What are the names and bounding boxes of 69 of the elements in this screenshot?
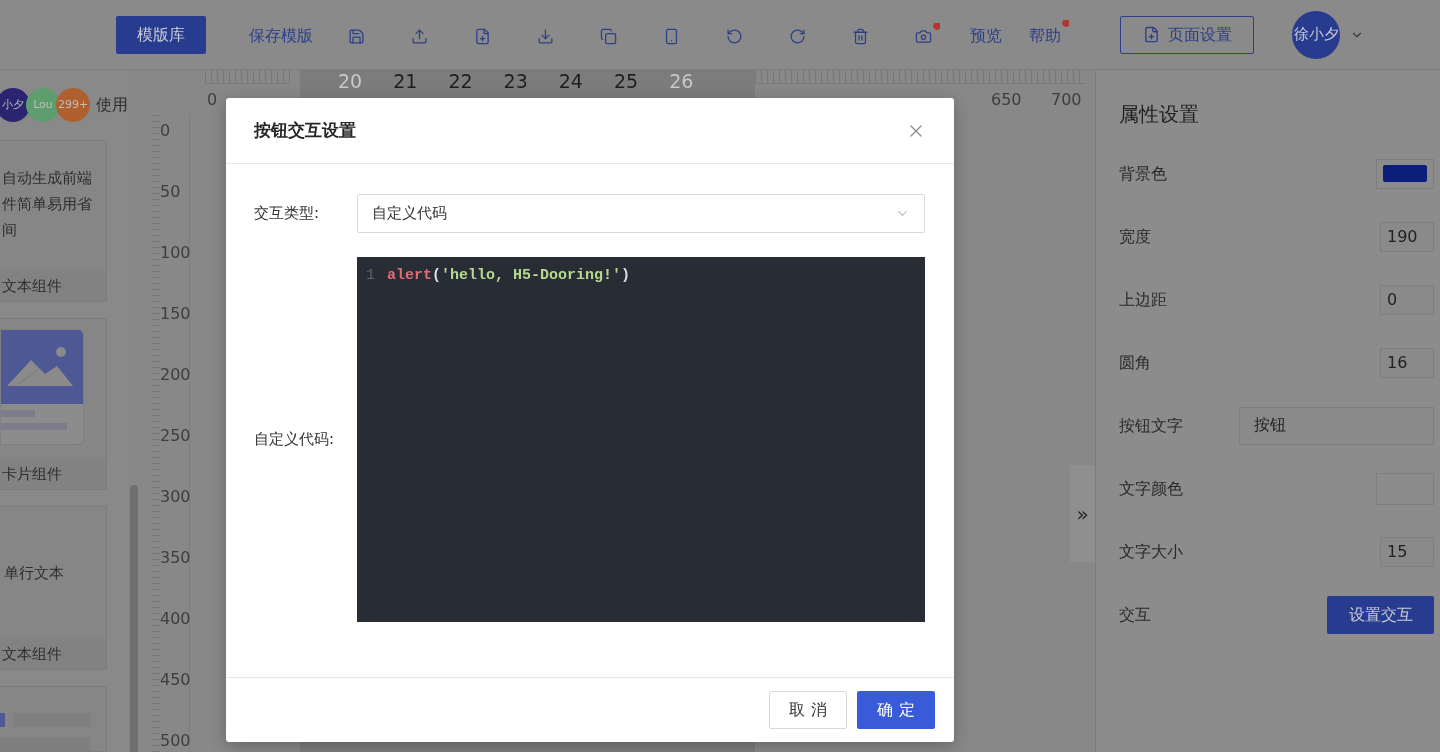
field-label: 自定义代码: [254, 429, 336, 451]
user-avatar: Lou [26, 88, 60, 122]
code-line: alert('hello, H5-Dooring!') [387, 265, 631, 286]
date-number: 25 [613, 70, 639, 92]
property-label: 文字颜色 [1119, 477, 1183, 500]
cancel-button[interactable]: 取 消 [769, 691, 847, 729]
usage-label: 使用 [96, 94, 128, 116]
component-card[interactable]: 卡片组件 [0, 318, 107, 490]
panel-title: 属性设置 [1119, 101, 1200, 128]
property-label: 按钮文字 [1119, 414, 1183, 437]
number-field[interactable]: 15 [1380, 536, 1434, 567]
set-interaction-button[interactable]: 设置交互 [1327, 595, 1434, 634]
component-card[interactable]: 自动生成前端 件简单易用省 间 文本组件 [0, 140, 107, 302]
confirm-button[interactable]: 确 定 [857, 691, 935, 729]
number-field[interactable]: 190 [1380, 221, 1434, 252]
ruler-number: 350 [160, 550, 191, 566]
date-number: 21 [393, 70, 418, 92]
ruler-number: 250 [160, 428, 191, 444]
date-number: 22 [448, 70, 473, 92]
page-settings-button[interactable]: 页面设置 [1120, 15, 1254, 54]
number-field[interactable]: 16 [1380, 347, 1434, 378]
collapse-tab[interactable]: » [1070, 465, 1095, 562]
page-icon [1142, 26, 1160, 43]
line-number: 1 [366, 265, 376, 286]
modal-title: 按钮交互设置 [254, 118, 356, 142]
code-editor[interactable]: 1 alert('hello, H5-Dooring!') [357, 257, 925, 622]
date-number: 20 [338, 70, 363, 92]
component-card[interactable]: 单行文本 文本组件 [0, 506, 107, 670]
card-text: 间 [2, 220, 18, 241]
ruler-number: 450 [160, 672, 191, 688]
ruler-number: 300 [160, 489, 191, 505]
ruler-number: 400 [160, 611, 191, 627]
user-avatar: 299+ [56, 88, 90, 122]
number-field[interactable]: 0 [1380, 284, 1434, 315]
text-field[interactable]: 按钮 [1239, 406, 1434, 445]
card-label: 卡片组件 [1, 463, 62, 485]
date-number: 24 [558, 70, 583, 92]
property-label: 背景色 [1119, 162, 1167, 185]
user-avatar: 小夕 [0, 88, 30, 122]
date-number: 26 [669, 70, 694, 92]
ruler-number: 0 [207, 90, 218, 110]
card-label: 文本组件 [1, 643, 62, 665]
property-label: 圆角 [1119, 351, 1151, 374]
user-avatar[interactable]: 徐小夕 [1292, 10, 1340, 59]
ruler-number: 700 [1051, 90, 1083, 110]
property-label: 交互 [1119, 603, 1151, 626]
toolbar-link[interactable]: 保存模版 [242, 19, 321, 50]
card-text: 件简单易用省 [2, 194, 93, 215]
accent-bar [0, 713, 5, 727]
ruler-number: 100 [160, 245, 191, 261]
date-number: 23 [503, 70, 528, 92]
card-text: 单行文本 [4, 562, 64, 584]
card-label: 文本组件 [1, 275, 62, 297]
property-label: 宽度 [1119, 225, 1151, 248]
ruler-number: 500 [160, 733, 191, 749]
ruler-number: 650 [991, 90, 1023, 110]
property-label: 上边距 [1119, 288, 1167, 311]
scrollbar[interactable] [130, 485, 138, 752]
toolbar-link[interactable]: 预览 [963, 19, 1010, 50]
color-swatch[interactable] [1376, 158, 1434, 189]
card-text: 自动生成前端 [2, 168, 93, 189]
ruler-number: 0 [160, 123, 171, 139]
property-label: 文字大小 [1119, 540, 1183, 563]
ruler-number: 50 [160, 184, 181, 200]
interaction-type-select[interactable]: 自定义代码 [357, 194, 925, 233]
field-label: 交互类型: [254, 203, 321, 225]
template-library-button[interactable]: 模版库 [116, 15, 206, 54]
ruler-number: 200 [160, 367, 191, 383]
ruler-number: 150 [160, 306, 191, 322]
